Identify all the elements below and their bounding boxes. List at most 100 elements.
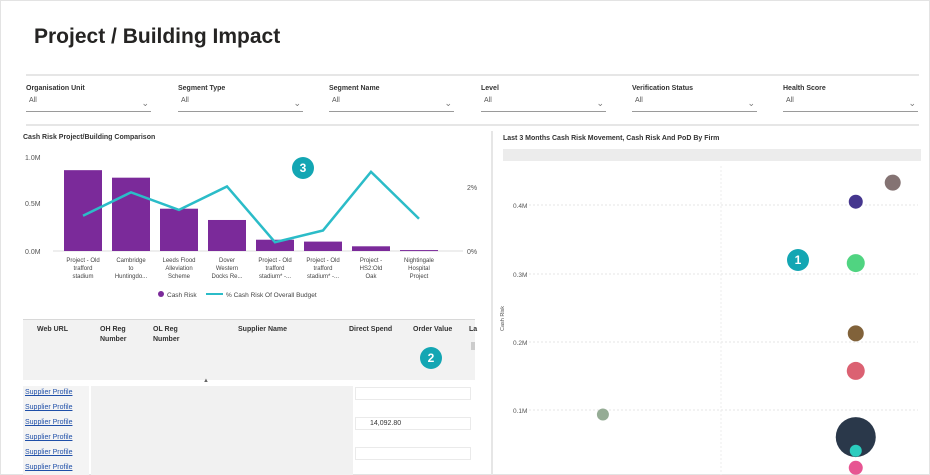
x-tick-label: Nightingale — [404, 258, 435, 264]
bar[interactable] — [112, 177, 150, 251]
masked-cell — [91, 431, 353, 446]
scatter-point[interactable] — [848, 194, 863, 209]
slicer-segment-type[interactable]: Segment Type All ⌄ — [178, 85, 303, 112]
column-header[interactable]: OH Reg Number — [100, 325, 140, 345]
scatter-point[interactable] — [596, 408, 609, 421]
slicer-level[interactable]: Level All ⌄ — [481, 85, 606, 112]
column-header[interactable]: Web URL — [37, 325, 68, 335]
supplier-profile-link[interactable]: Supplier Profile — [25, 419, 72, 426]
supplier-profile-link[interactable]: Supplier Profile — [25, 404, 72, 411]
column-header[interactable]: La — [469, 325, 477, 335]
x-tick-label: Oak — [365, 274, 377, 280]
slicer-verification-status[interactable]: Verification Status All ⌄ — [632, 85, 757, 112]
bar[interactable] — [160, 208, 198, 251]
column-header[interactable]: Supplier Name — [238, 325, 287, 335]
chevron-down-icon[interactable]: ⌄ — [141, 98, 149, 109]
slicer-dropdown[interactable]: All ⌄ — [632, 97, 757, 112]
bar[interactable] — [208, 219, 246, 251]
x-tick-label: trafford — [314, 266, 333, 272]
slicer-value: All — [332, 97, 340, 104]
page-title: Project / Building Impact — [34, 25, 281, 48]
slicer-label: Level — [481, 85, 499, 92]
supplier-profile-link[interactable]: Supplier Profile — [25, 389, 72, 396]
x-tick-label: stadium* -... — [307, 274, 339, 280]
x-tick-label: Cambridge — [116, 258, 146, 264]
x-tick-label: Scheme — [168, 274, 191, 280]
x-tick-label: Project - Old — [258, 258, 291, 264]
table-body: Supplier Profile Supplier Profile Suppli… — [23, 386, 475, 475]
table-row: Supplier Profile 14,092.80 — [23, 416, 475, 431]
x-tick-label: trafford — [74, 266, 93, 272]
scatter-point[interactable] — [849, 444, 862, 457]
chevron-down-icon[interactable]: ⌄ — [596, 98, 604, 109]
slicer-label: Health Score — [783, 85, 826, 92]
bar[interactable] — [400, 250, 438, 252]
scatter-points — [596, 174, 901, 475]
y-tick-label: 0.1M — [513, 408, 527, 415]
masked-cell — [91, 446, 353, 461]
slicer-dropdown[interactable]: All ⌄ — [783, 97, 918, 112]
chevron-down-icon[interactable]: ⌄ — [747, 98, 755, 109]
bar[interactable] — [352, 246, 390, 251]
masked-cell — [91, 386, 353, 401]
slicer-dropdown[interactable]: All ⌄ — [329, 97, 454, 112]
slicer-health-score[interactable]: Health Score All ⌄ — [783, 85, 918, 112]
x-tick-label: Leeds Flood — [162, 258, 195, 264]
table-row: Supplier Profile — [23, 401, 475, 416]
bar[interactable] — [304, 241, 342, 251]
x-tick-label: Project — [410, 274, 429, 280]
scatter-point[interactable] — [848, 460, 863, 475]
chevron-down-icon[interactable]: ⌄ — [908, 98, 916, 109]
x-tick-label: stadium — [72, 274, 93, 280]
supplier-profile-link[interactable]: Supplier Profile — [25, 434, 72, 441]
scatter-point[interactable] — [846, 361, 865, 380]
slicer-segment-name[interactable]: Segment Name All ⌄ — [329, 85, 454, 112]
y-tick-label: 0.2M — [513, 340, 527, 347]
callout-badge-2: 2 — [420, 347, 442, 369]
y-tick-label: 0.3M — [513, 272, 527, 279]
column-header[interactable]: Order Value — [413, 325, 452, 335]
slicer-dropdown[interactable]: All ⌄ — [26, 97, 151, 112]
scatter-point[interactable] — [847, 325, 864, 342]
x-tick-label: to — [128, 266, 134, 272]
supplier-profile-link[interactable]: Supplier Profile — [25, 464, 72, 471]
x-tick-label: Project - — [360, 258, 382, 264]
chevron-down-icon[interactable]: ⌄ — [444, 98, 452, 109]
x-tick-label: HS2:Old — [360, 266, 383, 272]
report-page: Project / Building Impact Organisation U… — [0, 0, 930, 475]
slicer-value: All — [181, 97, 189, 104]
x-tick-label: Western — [216, 266, 238, 272]
bar-line-chart: 1.0M 0.5M 0.0M 2% 0% Project - Old traffo… — [25, 155, 477, 299]
chevron-down-icon[interactable]: ⌄ — [293, 98, 301, 109]
table-header: Web URL OH Reg Number OL Reg Number Supp… — [23, 320, 477, 380]
column-header[interactable]: Direct Spend — [349, 325, 392, 335]
y-tick-label: 0.0M — [25, 249, 41, 256]
x-tick-label: Hospital — [408, 266, 430, 272]
scatter-point[interactable] — [884, 174, 901, 191]
masked-cell — [91, 416, 353, 431]
column-header[interactable]: OL Reg Number — [153, 325, 193, 345]
slicer-organisation-unit[interactable]: Organisation Unit All ⌄ — [26, 85, 151, 112]
scatter-chart-panel: Last 3 Months Cash Risk Movement, Cash R… — [491, 131, 921, 475]
y2-tick-label: 0% — [467, 249, 477, 256]
x-tick-label: Docks Re... — [211, 274, 242, 280]
masked-cell — [91, 401, 353, 416]
table-scrollbar[interactable] — [471, 342, 475, 350]
slicer-label: Segment Name — [329, 85, 380, 92]
supplier-profile-link[interactable]: Supplier Profile — [25, 449, 72, 456]
scatter-point[interactable] — [846, 254, 865, 273]
scatter-chart: 0.4M 0.3M 0.2M 0.1M Cash Risk — [500, 166, 918, 475]
slicer-dropdown[interactable]: All ⌄ — [178, 97, 303, 112]
legend-bar-swatch — [158, 291, 164, 297]
bar-series — [53, 170, 463, 252]
slicer-value: All — [635, 97, 643, 104]
table-row: Supplier Profile — [23, 431, 475, 446]
x-tick-label: trafford — [266, 266, 285, 272]
y-tick-label: 1.0M — [25, 155, 41, 162]
table-row: Supplier Profile — [23, 461, 475, 475]
table-row: Supplier Profile — [23, 446, 475, 461]
x-tick-label: Dover — [219, 258, 235, 264]
callout-badge-1: 1 — [787, 249, 809, 271]
slicer-dropdown[interactable]: All ⌄ — [481, 97, 606, 112]
sort-arrow-icon[interactable]: ▲ — [203, 378, 209, 384]
